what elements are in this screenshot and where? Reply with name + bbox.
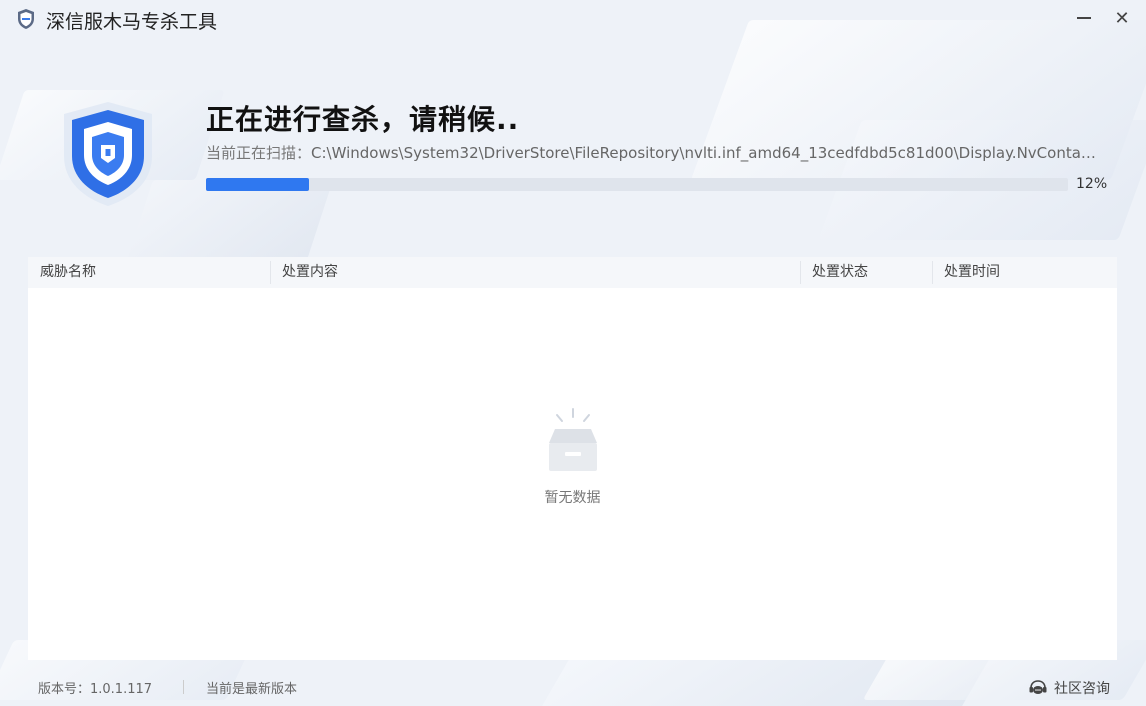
- app-title: 深信服木马专杀工具: [46, 11, 218, 33]
- column-action-status: 处置状态: [800, 257, 932, 288]
- scan-heading: 正在进行查杀，请稍候..: [206, 103, 520, 136]
- current-scan-value: C:\Windows\System32\DriverStore\FileRepo…: [311, 144, 1096, 162]
- close-icon: ✕: [1114, 7, 1130, 29]
- column-threat-name: 威胁名称: [40, 264, 96, 280]
- table-header: 威胁名称 处置内容 处置状态 处置时间: [28, 257, 1117, 288]
- close-button[interactable]: ✕: [1108, 6, 1136, 30]
- app-logo-icon: [18, 9, 34, 29]
- current-scan-label: 当前正在扫描：: [206, 144, 312, 162]
- version-label: 版本号：1.0.1.117: [38, 682, 153, 697]
- column-action-time: 处置时间: [932, 257, 1117, 288]
- empty-state-text: 暂无数据: [544, 490, 601, 506]
- scan-progress-bar: [206, 178, 1068, 191]
- community-consult-label: 社区咨询: [1054, 681, 1110, 697]
- scan-progress-fill: [206, 178, 310, 191]
- threat-table: 威胁名称 处置内容 处置状态 处置时间 暂无数据: [28, 257, 1117, 660]
- footer-divider: [183, 680, 184, 694]
- scan-progress-percent: 12%: [1076, 176, 1108, 192]
- current-scan-path: 当前正在扫描：C:\Windows\System32\DriverStore\F…: [206, 142, 1096, 163]
- chat-headset-icon: [1029, 680, 1047, 694]
- community-consult-button[interactable]: 社区咨询: [1028, 678, 1110, 698]
- column-action-content: 处置内容: [270, 257, 800, 288]
- empty-state: 暂无数据: [28, 407, 1117, 507]
- update-status: 当前是最新版本: [206, 682, 298, 697]
- minimize-icon: [1077, 17, 1091, 19]
- shield-icon: [64, 102, 152, 206]
- minimize-button[interactable]: [1070, 6, 1098, 30]
- title-bar: 深信服木马专杀工具 ✕: [0, 0, 1146, 36]
- empty-box-icon: [548, 408, 597, 471]
